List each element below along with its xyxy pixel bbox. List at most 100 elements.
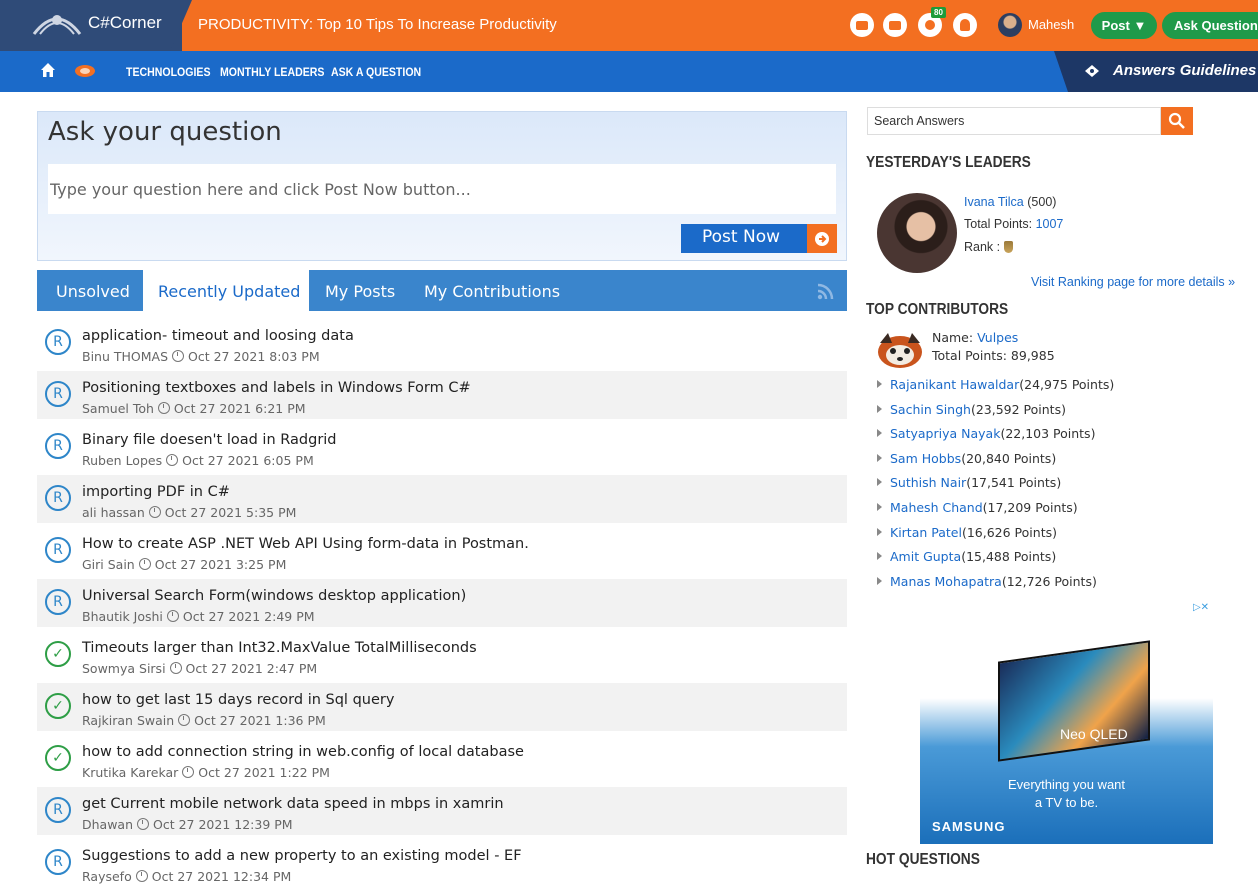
- nav-technologies[interactable]: TECHNOLOGIES: [126, 65, 210, 79]
- clock-icon: [166, 610, 179, 622]
- question-author[interactable]: Binu THOMAS: [82, 349, 168, 364]
- contributor-name-link[interactable]: Sam Hobbs: [890, 451, 961, 466]
- rss-icon[interactable]: [817, 282, 835, 300]
- advertisement[interactable]: ▷✕ BEST BUY Neo QLED Everything you want…: [920, 601, 1213, 844]
- clock-icon: [148, 506, 161, 518]
- question-title-link[interactable]: Positioning textboxes and labels in Wind…: [82, 380, 471, 396]
- csharp-icon[interactable]: [74, 64, 96, 78]
- question-meta: ali hassan Oct 27 2021 5:35 PM: [82, 505, 296, 520]
- bullet-arrow-icon: [877, 527, 882, 536]
- question-title-link[interactable]: Suggestions to add a new property to an …: [82, 848, 522, 864]
- post-dropdown-button[interactable]: Post ▼: [1091, 12, 1157, 39]
- question-list: Rapplication- timeout and loosing data Bi…: [37, 319, 847, 891]
- contributor-name-link[interactable]: Sachin Singh: [890, 402, 971, 417]
- rank-medal-icon: [1003, 241, 1013, 253]
- question-row[interactable]: ✓ how to add connection string in web.con…: [37, 735, 847, 783]
- question-author[interactable]: Rajkiran Swain: [82, 713, 174, 728]
- notification-count-badge: 80: [931, 7, 946, 18]
- user-name-link[interactable]: Mahesh: [1028, 17, 1074, 32]
- question-row[interactable]: R Positioning textboxes and labels in Win…: [37, 371, 847, 419]
- post-now-button[interactable]: Post Now: [681, 224, 837, 253]
- clock-icon: [137, 818, 150, 830]
- question-title-link[interactable]: Binary file doesen't load in Radgrid: [82, 432, 337, 448]
- promo-banner-link[interactable]: PRODUCTIVITY: Top 10 Tips To Increase Pr…: [198, 16, 557, 33]
- question-row[interactable]: ✓ how to get last 15 days record in Sql q…: [37, 683, 847, 731]
- contributor-item: Rajanikant Hawaldar(24,975 Points): [877, 377, 1114, 402]
- question-date: Oct 27 2021 8:03 PM: [188, 349, 320, 364]
- question-row[interactable]: Rimporting PDF in C# ali hassan Oct 27 202…: [37, 475, 847, 523]
- contributor-avatar[interactable]: [874, 329, 926, 371]
- contributor-name-link[interactable]: Amit Gupta: [890, 549, 961, 564]
- tab-recently-updated[interactable]: Recently Updated: [143, 270, 309, 311]
- nav-monthly-leaders[interactable]: MONTHLY LEADERS: [220, 65, 324, 79]
- tab-my-posts[interactable]: My Posts: [310, 270, 410, 311]
- contributor-name-link[interactable]: Mahesh Chand: [890, 500, 983, 515]
- question-author[interactable]: Bhautik Joshi: [82, 609, 163, 624]
- question-author[interactable]: ali hassan: [82, 505, 145, 520]
- question-row[interactable]: ✓ Timeouts larger than Int32.MaxValue Tot…: [37, 631, 847, 679]
- contributor-name-link[interactable]: Suthish Nair: [890, 475, 966, 490]
- profile-icon[interactable]: [953, 13, 977, 37]
- user-avatar[interactable]: [998, 13, 1022, 37]
- question-input[interactable]: [48, 164, 836, 214]
- question-title-link[interactable]: how to get last 15 days record in Sql qu…: [82, 692, 394, 708]
- question-author[interactable]: Giri Sain: [82, 557, 135, 572]
- contributor-points: (23,592 Points): [970, 401, 1066, 417]
- home-icon[interactable]: [40, 62, 56, 78]
- question-author[interactable]: Raysefo: [82, 869, 132, 884]
- question-author[interactable]: Krutika Karekar: [82, 765, 178, 780]
- contributor-name-link[interactable]: Manas Mohapatra: [890, 574, 1002, 589]
- question-row[interactable]: Rapplication- timeout and loosing data Bi…: [37, 319, 847, 367]
- search-button[interactable]: [1161, 107, 1193, 135]
- contributor-name-link[interactable]: Rajanikant Hawaldar: [890, 377, 1019, 392]
- question-row[interactable]: R Universal Search Form(windows desktop a…: [37, 579, 847, 627]
- question-title-link[interactable]: How to create ASP .NET Web API Using for…: [82, 536, 529, 552]
- messages-icon[interactable]: [850, 13, 874, 37]
- question-meta: Krutika Karekar Oct 27 2021 1:22 PM: [82, 765, 330, 780]
- logo-slant: [170, 0, 192, 51]
- nav-ask-a-question[interactable]: ASK A QUESTION: [331, 65, 421, 79]
- question-title-link[interactable]: Universal Search Form(windows desktop ap…: [82, 588, 466, 604]
- question-date: Oct 27 2021 2:47 PM: [185, 661, 318, 676]
- question-title-link[interactable]: Timeouts larger than Int32.MaxValue Tota…: [82, 640, 477, 656]
- unanswered-r-icon: R: [45, 381, 71, 407]
- question-title-link[interactable]: how to add connection string in web.conf…: [82, 744, 524, 760]
- clock-icon: [178, 714, 191, 726]
- top-contributor-name-line: Name: Vulpes: [932, 330, 1018, 345]
- leader-avatar[interactable]: [877, 193, 957, 273]
- search-answers-input[interactable]: [868, 108, 1158, 134]
- question-meta: Rajkiran Swain Oct 27 2021 1:36 PM: [82, 713, 326, 728]
- top-contributor-name-link[interactable]: Vulpes: [977, 330, 1018, 345]
- contributor-name-link[interactable]: Kirtan Patel: [890, 525, 962, 540]
- leader-total-value[interactable]: 1007: [1036, 217, 1064, 231]
- leader-name-link[interactable]: Ivana Tilca: [964, 195, 1024, 209]
- question-author[interactable]: Dhawan: [82, 817, 133, 832]
- logo-area[interactable]: C#Corner: [0, 0, 182, 51]
- visit-ranking-link[interactable]: Visit Ranking page for more details »: [1031, 275, 1235, 289]
- question-row[interactable]: Rget Current mobile network data speed i…: [37, 787, 847, 835]
- question-date: Oct 27 2021 1:36 PM: [194, 713, 326, 728]
- contributor-item: Manas Mohapatra(12,726 Points): [877, 574, 1114, 599]
- tab-my-contributions[interactable]: My Contributions: [409, 270, 575, 311]
- tab-unsolved[interactable]: Unsolved: [41, 270, 145, 311]
- question-row[interactable]: R Suggestions to add a new property to an…: [37, 839, 847, 887]
- contributor-name-link[interactable]: Satyapriya Nayak: [890, 426, 1000, 441]
- ask-question-button[interactable]: Ask Question: [1162, 12, 1258, 39]
- ad-brand-logo: SAMSUNG: [932, 819, 1006, 834]
- question-title-link[interactable]: application- timeout and loosing data: [82, 328, 354, 344]
- question-title-link[interactable]: get Current mobile network data speed in…: [82, 796, 504, 812]
- unanswered-r-icon: R: [45, 485, 71, 511]
- ad-tagline-line-1: Everything you want: [1007, 777, 1126, 792]
- question-title-link[interactable]: importing PDF in C#: [82, 484, 230, 500]
- question-row[interactable]: R How to create ASP .NET Web API Using fo…: [37, 527, 847, 575]
- question-author[interactable]: Samuel Toh: [82, 401, 154, 416]
- question-author[interactable]: Ruben Lopes: [82, 453, 162, 468]
- question-author[interactable]: Sowmya Sirsi: [82, 661, 166, 676]
- contributor-points: (17,209 Points): [982, 499, 1078, 515]
- answers-guidelines-link[interactable]: Answers Guidelines: [1054, 51, 1258, 92]
- mail-icon[interactable]: [883, 13, 907, 37]
- question-row[interactable]: R Binary file doesen't load in Radgrid Rub…: [37, 423, 847, 471]
- clock-icon: [157, 402, 170, 414]
- question-tabs: Unsolved Recently Updated My Posts My Co…: [37, 270, 847, 311]
- arrow-right-icon: [807, 224, 837, 253]
